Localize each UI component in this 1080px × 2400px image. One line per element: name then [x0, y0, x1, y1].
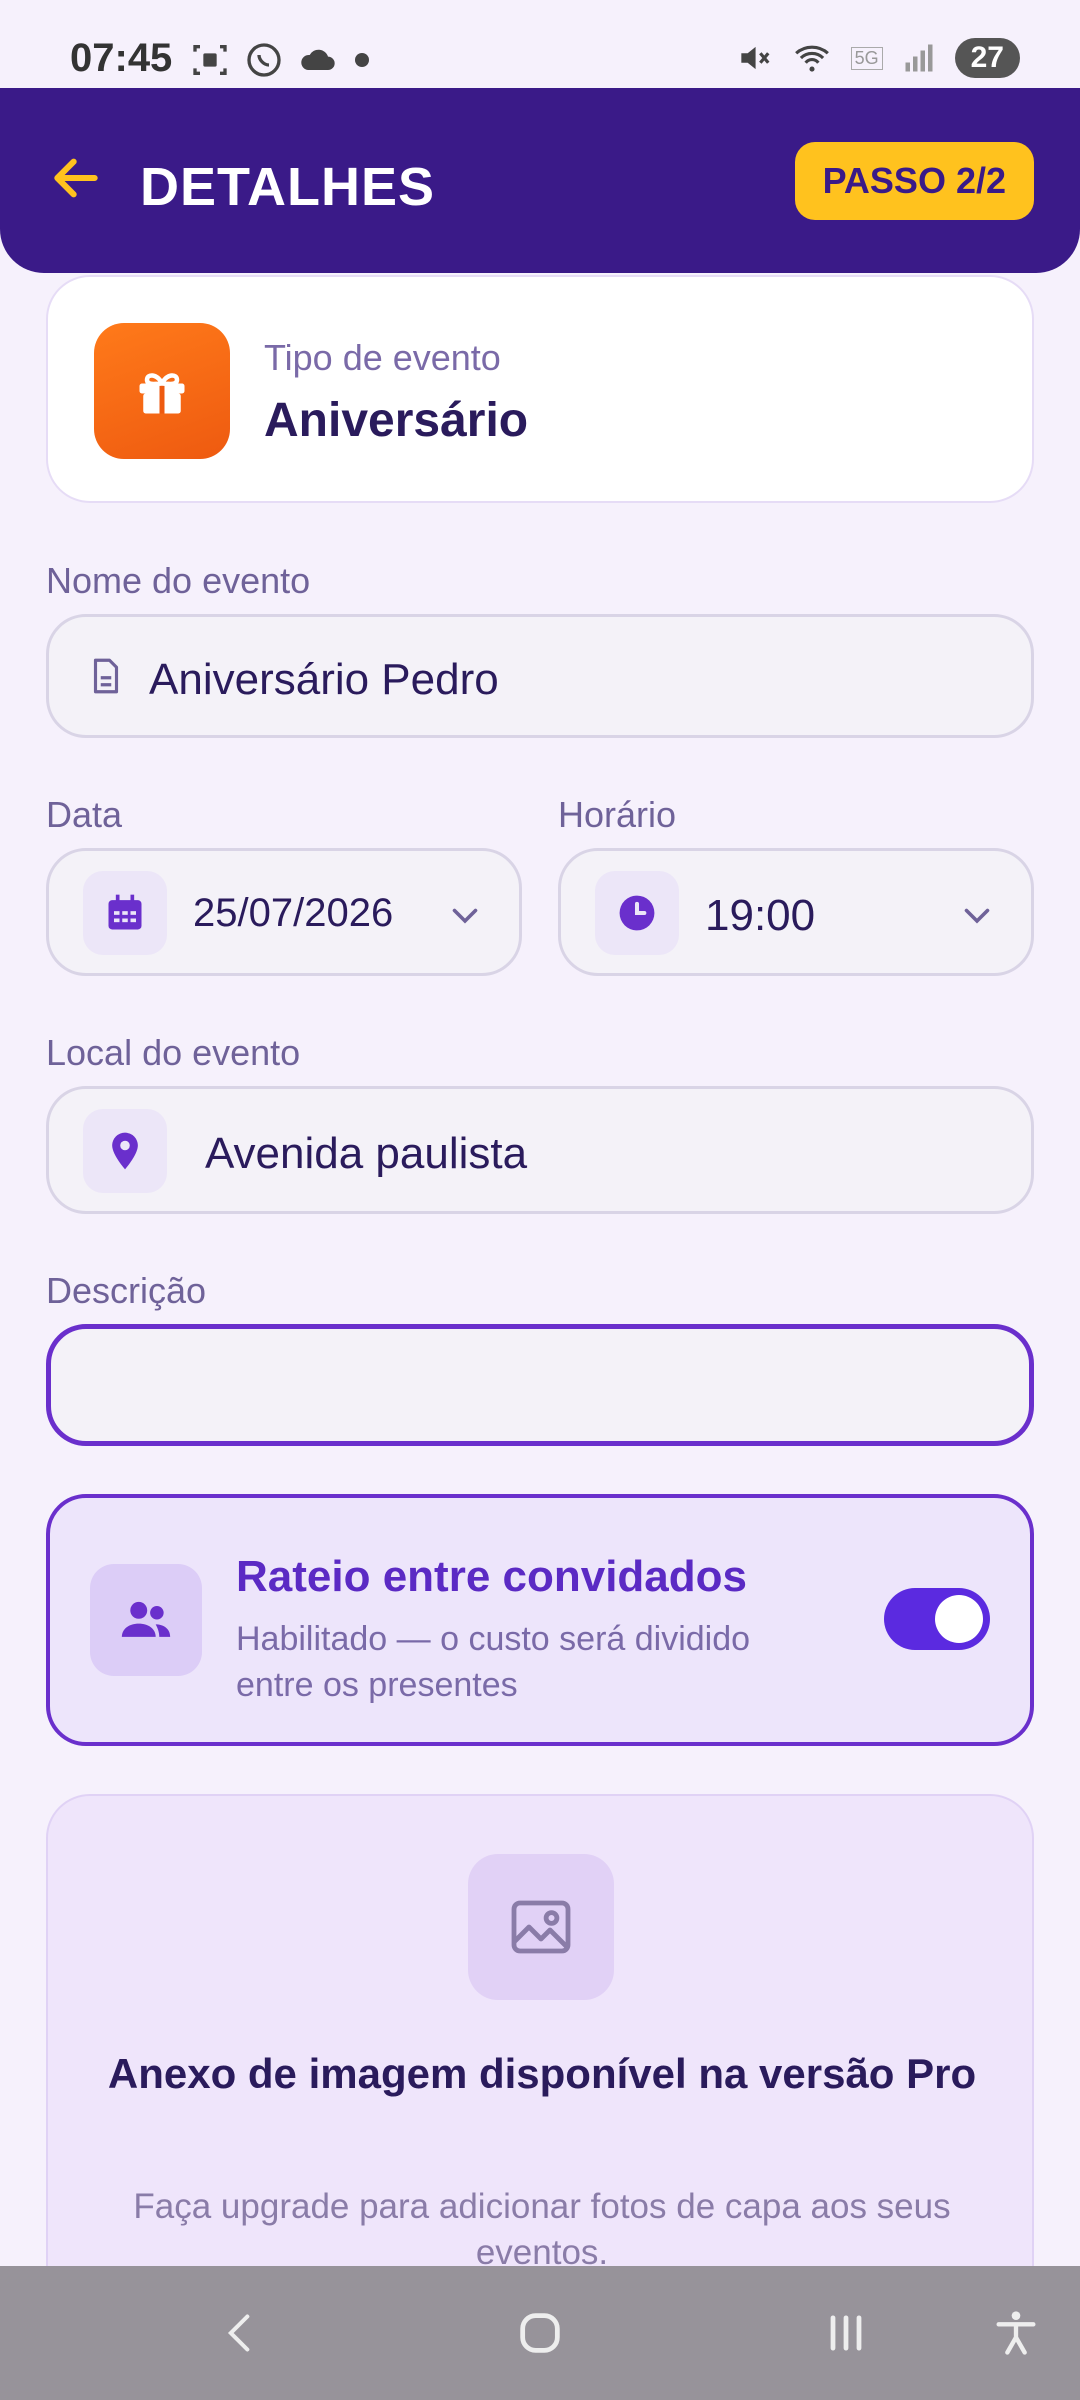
- time-picker[interactable]: 19:00: [558, 848, 1034, 976]
- gift-icon: [139, 373, 185, 414]
- network-type: 5G: [850, 46, 883, 70]
- pro-icon-tile: [468, 1854, 614, 2000]
- system-nav-bar: [0, 2266, 1080, 2400]
- map-pin-icon: [112, 1132, 138, 1170]
- whatsapp-icon: [247, 43, 281, 77]
- pro-title: Anexo de imagem disponível na versão Pro: [107, 2050, 977, 2097]
- recents-icon: [830, 2315, 862, 2351]
- rateio-title: Rateio entre convidados: [236, 1552, 748, 1601]
- rateio-subtitle: Habilitado — o custo será dividido entre…: [236, 1620, 751, 1704]
- location-label: Local do evento: [46, 1032, 301, 1073]
- location-value: Avenida paulista: [205, 1129, 528, 1178]
- event-name-label: Nome do evento: [46, 560, 311, 601]
- date-label: Data: [46, 794, 123, 835]
- chevron-down-icon: [452, 908, 478, 924]
- date-value: 25/07/2026: [193, 891, 394, 935]
- back-icon: [227, 2314, 250, 2352]
- document-icon: [93, 658, 119, 694]
- time-value: 19:00: [705, 891, 816, 940]
- nav-home-button[interactable]: [500, 2266, 580, 2400]
- page-title: DETALHES: [140, 157, 436, 217]
- cloud-icon: [301, 49, 335, 70]
- arrow-left-icon: [54, 158, 98, 198]
- accessibility-icon: [996, 2311, 1036, 2355]
- screenshot-icon: [193, 45, 227, 75]
- status-notification-icons: [190, 40, 372, 80]
- wifi-icon: [794, 45, 829, 72]
- step-badge: PASSO 2/2: [794, 142, 1034, 220]
- dot-icon: [355, 53, 369, 67]
- description-field[interactable]: [46, 1324, 1034, 1446]
- status-bar: 07:45 5G 27: [0, 0, 1080, 88]
- home-icon: [520, 2313, 560, 2353]
- rateio-icon-tile: [90, 1564, 202, 1676]
- date-icon-tile: [83, 871, 167, 955]
- location-field[interactable]: Avenida paulista: [46, 1086, 1034, 1214]
- back-button[interactable]: [48, 150, 104, 206]
- nav-recents-button[interactable]: [806, 2266, 886, 2400]
- pro-subtitle: Faça upgrade para adicionar fotos de cap…: [133, 2187, 951, 2272]
- toggle-knob: [935, 1595, 983, 1643]
- chevron-down-icon: [964, 908, 990, 924]
- event-type-icon-tile: [94, 323, 230, 459]
- event-name-field[interactable]: Aniversário Pedro: [46, 614, 1034, 738]
- app-header: DETALHES PASSO 2/2: [0, 88, 1080, 273]
- description-label: Descrição: [46, 1270, 207, 1311]
- event-type-label: Tipo de evento: [264, 337, 501, 378]
- status-time: 07:45: [70, 36, 173, 80]
- event-type-card[interactable]: Tipo de evento Aniversário: [46, 275, 1034, 503]
- event-type-value: Aniversário: [264, 394, 529, 447]
- nav-accessibility-button[interactable]: [976, 2266, 1056, 2400]
- status-system-icons: 5G 27: [735, 38, 1020, 78]
- calendar-icon: [108, 894, 142, 930]
- nav-back-button[interactable]: [200, 2266, 280, 2400]
- battery-indicator: 27: [954, 38, 1020, 78]
- date-picker[interactable]: 25/07/2026: [46, 848, 522, 976]
- rateio-toggle[interactable]: [884, 1588, 990, 1650]
- event-name-value: Aniversário Pedro: [149, 655, 499, 704]
- mute-icon: [740, 46, 770, 70]
- image-icon: [511, 1900, 571, 1954]
- time-icon-tile: [595, 871, 679, 955]
- rateio-card[interactable]: Rateio entre convidados Habilitado — o c…: [46, 1494, 1034, 1746]
- time-label: Horário: [558, 794, 677, 835]
- signal-icon: [905, 44, 933, 72]
- location-icon-tile: [83, 1109, 167, 1193]
- group-icon: [121, 1601, 171, 1637]
- clock-icon: [619, 895, 655, 931]
